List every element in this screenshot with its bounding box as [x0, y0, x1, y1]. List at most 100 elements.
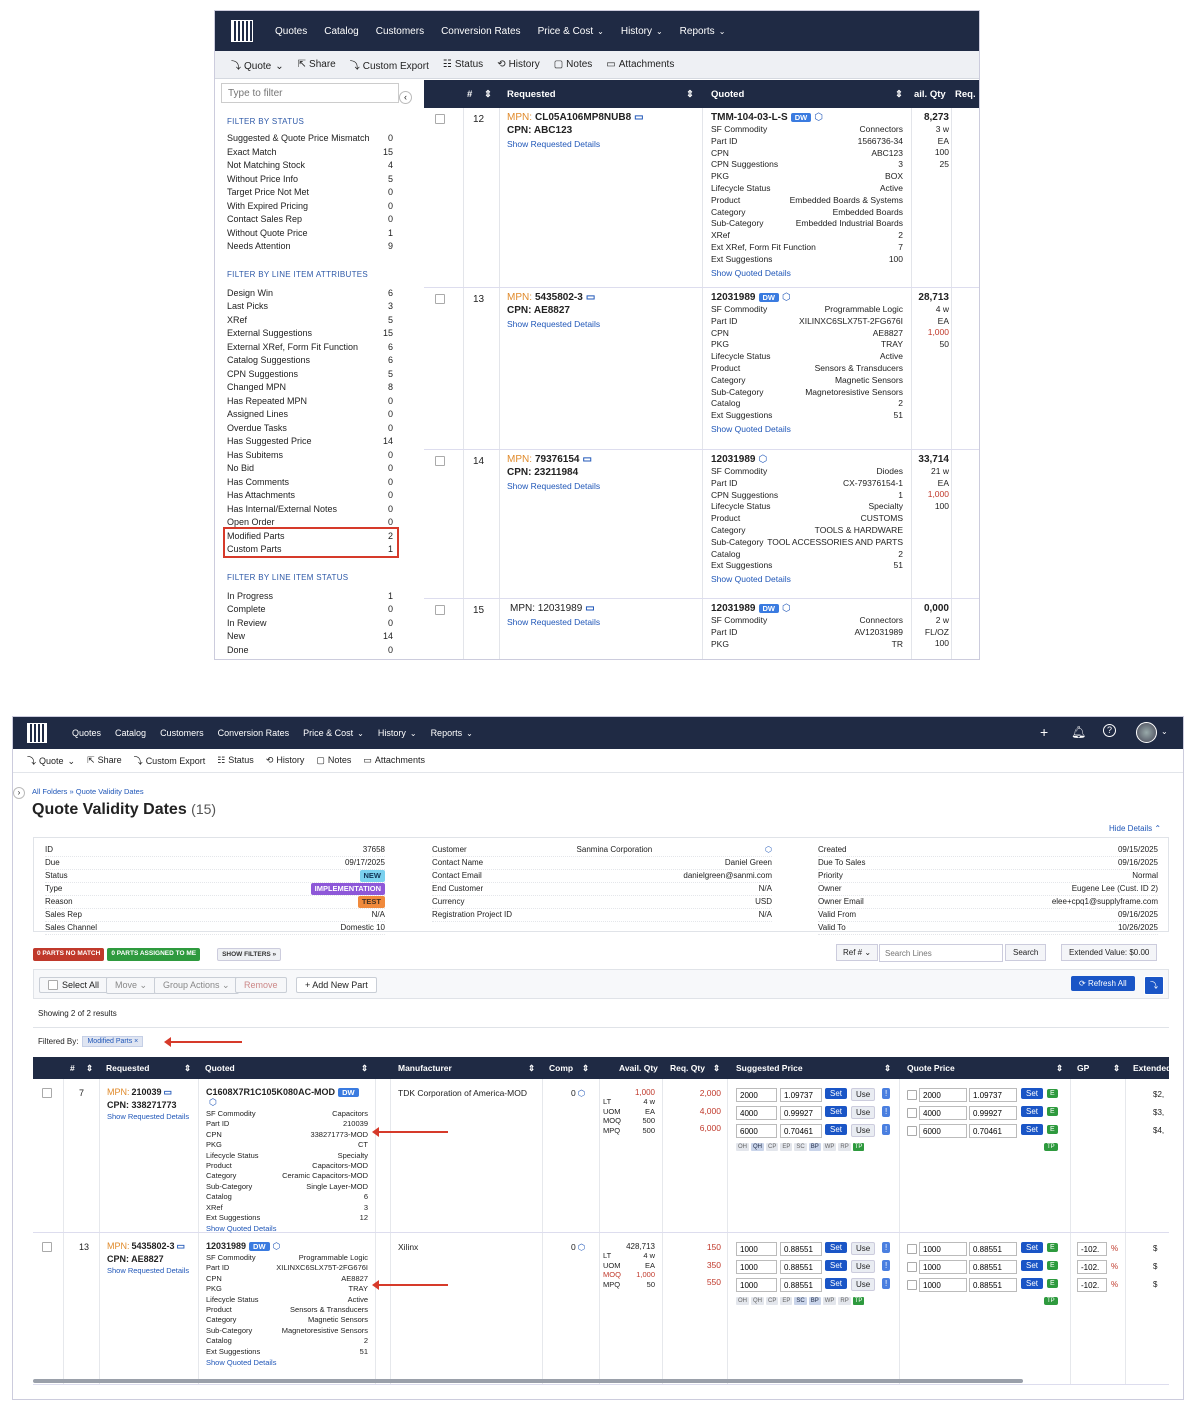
- price-tag[interactable]: OH: [736, 1143, 749, 1151]
- use-button[interactable]: Use: [851, 1088, 876, 1101]
- nav-item-2[interactable]: Customers: [160, 728, 204, 738]
- table-row[interactable]: 14 MPN: 79376154 ▭ CPN: 23211984 Show Request…: [424, 450, 979, 599]
- filter-item[interactable]: With Expired Pricing 0: [227, 200, 393, 214]
- tp-badge[interactable]: TP: [1044, 1143, 1058, 1151]
- show-requested-details[interactable]: Show Requested Details: [107, 1266, 197, 1275]
- set-button[interactable]: Set: [825, 1124, 848, 1135]
- avatar[interactable]: [1136, 722, 1157, 743]
- price-tag[interactable]: CP: [766, 1143, 779, 1151]
- suggested-price-input[interactable]: [780, 1242, 822, 1256]
- quote-price-input[interactable]: [969, 1106, 1017, 1120]
- th-avail[interactable]: ail. Qty: [914, 89, 946, 100]
- toolbar-notes[interactable]: ▢ Notes: [316, 755, 351, 766]
- toolbar-status[interactable]: ☷ Status: [217, 755, 254, 766]
- bth-gp[interactable]: GP: [1077, 1063, 1089, 1073]
- bth-manufacturer-sort-icon[interactable]: ⇕: [528, 1063, 535, 1074]
- price-tag[interactable]: TP: [852, 1297, 865, 1305]
- set-button[interactable]: Set: [1021, 1124, 1044, 1135]
- quote-price-input[interactable]: [969, 1242, 1017, 1256]
- filter-item[interactable]: In Review 0: [227, 617, 393, 631]
- show-quoted-details[interactable]: Show Quoted Details: [206, 1358, 368, 1367]
- bth-num-sort-icon[interactable]: ⇕: [86, 1063, 93, 1074]
- filter-item[interactable]: Exact Match 15: [227, 146, 393, 160]
- search-button[interactable]: Search: [1005, 944, 1047, 961]
- table-row[interactable]: 7 MPN: 210039 ▭ CPN: 338271773 Show Requested…: [33, 1079, 1169, 1233]
- show-quoted-details[interactable]: Show Quoted Details: [711, 424, 903, 434]
- filter-item[interactable]: Has Repeated MPN 0: [227, 395, 393, 409]
- filter-item[interactable]: Contact Sales Rep 0: [227, 213, 393, 227]
- suggested-price-input[interactable]: [780, 1088, 822, 1102]
- cube-icon[interactable]: ⬡: [782, 603, 791, 614]
- group-actions-button[interactable]: Group Actions ⌄: [154, 977, 239, 994]
- price-tag[interactable]: QH: [751, 1143, 764, 1151]
- set-button[interactable]: Set: [1021, 1106, 1044, 1117]
- add-new-part-button[interactable]: + Add New Part: [296, 977, 377, 993]
- suggested-qty-input[interactable]: [736, 1278, 777, 1292]
- set-button[interactable]: Set: [1021, 1242, 1044, 1253]
- filter-item[interactable]: In Progress 1: [227, 590, 393, 604]
- price-tag[interactable]: WP: [822, 1143, 837, 1151]
- price-tag[interactable]: SC: [794, 1143, 807, 1151]
- filter-item[interactable]: Assigned Lines 0: [227, 408, 393, 422]
- set-button[interactable]: Set: [825, 1242, 848, 1253]
- bth-gp-sort-icon[interactable]: ⇕: [1113, 1063, 1120, 1074]
- bth-req-sort-icon[interactable]: ⇕: [713, 1063, 720, 1074]
- show-filters-button[interactable]: SHOW FILTERS »: [217, 948, 282, 961]
- bth-quote-price[interactable]: Quote Price: [907, 1063, 955, 1073]
- cube-icon[interactable]: ⬡: [814, 112, 823, 123]
- toolbar-attachments[interactable]: ▭ Attachments: [606, 59, 674, 70]
- filter-item[interactable]: Needs Attention 9: [227, 240, 393, 254]
- cube-icon[interactable]: ⬡: [578, 1242, 585, 1252]
- row-checkbox[interactable]: [435, 114, 445, 124]
- alert-icon[interactable]: !: [882, 1242, 891, 1253]
- quote-qty-input[interactable]: [919, 1088, 967, 1102]
- set-button[interactable]: Set: [1021, 1278, 1044, 1289]
- chip-no-match[interactable]: 0 PARTS NO MATCH: [33, 948, 105, 961]
- toolbar-history[interactable]: ⟲ History: [266, 755, 305, 766]
- cube-icon[interactable]: ⬡: [578, 1088, 585, 1098]
- suggested-price-input[interactable]: [780, 1124, 822, 1138]
- nav-item-5[interactable]: History ⌄: [621, 26, 663, 37]
- quote-qty-input[interactable]: [919, 1242, 967, 1256]
- bth-quote-price-sort-icon[interactable]: ⇕: [1056, 1063, 1063, 1074]
- refresh-menu-icon[interactable]: ⤵: [1144, 976, 1164, 995]
- app-logo[interactable]: [27, 723, 47, 743]
- folder-icon[interactable]: ▭: [177, 1241, 186, 1251]
- filter-item[interactable]: Catalog Suggestions 6: [227, 354, 393, 368]
- table-row[interactable]: 13 MPN: 5435802-3 ▭ CPN: AE8827 Show Requeste…: [33, 1233, 1169, 1385]
- filter-item[interactable]: CPN Suggestions 5: [227, 368, 393, 382]
- suggested-qty-input[interactable]: [736, 1106, 777, 1120]
- filter-item[interactable]: Last Picks 3: [227, 300, 393, 314]
- filter-item[interactable]: Has Attachments 0: [227, 489, 393, 503]
- filter-item[interactable]: Changed MPN 8: [227, 381, 393, 395]
- alert-icon[interactable]: !: [882, 1260, 891, 1271]
- quote-qty-input[interactable]: [919, 1106, 967, 1120]
- filter-item[interactable]: Done 0: [227, 644, 393, 658]
- hide-details-link[interactable]: Hide Details ⌃: [1109, 824, 1161, 833]
- toolbar-share[interactable]: ⇱ Share: [87, 755, 122, 766]
- filter-item[interactable]: Without Price Info 5: [227, 173, 393, 187]
- show-requested-details[interactable]: Show Requested Details: [507, 319, 697, 329]
- select-all-checkbox[interactable]: [48, 980, 58, 990]
- set-button[interactable]: Set: [825, 1106, 848, 1117]
- filter-item[interactable]: External Suggestions 15: [227, 327, 393, 341]
- quote-price-checkbox[interactable]: [907, 1280, 917, 1290]
- price-tag[interactable]: RP: [838, 1297, 851, 1305]
- cube-icon[interactable]: ⬡: [759, 454, 768, 465]
- price-tag[interactable]: EP: [780, 1143, 793, 1151]
- remove-button[interactable]: Remove: [235, 977, 287, 993]
- folder-icon[interactable]: ▭: [164, 1087, 173, 1097]
- filter-input[interactable]: [221, 83, 399, 103]
- quote-price-checkbox[interactable]: [907, 1244, 917, 1254]
- bth-num[interactable]: #: [70, 1063, 75, 1073]
- bell-icon[interactable]: 🔔︎: [1071, 725, 1086, 739]
- cube-icon[interactable]: ⬡: [782, 292, 791, 303]
- toolbar-quote[interactable]: ⤵ Quote ⌄: [27, 754, 75, 767]
- bth-suggested[interactable]: Suggested Price: [736, 1063, 803, 1073]
- help-icon[interactable]: ?: [1103, 724, 1116, 737]
- quote-price-input[interactable]: [969, 1124, 1017, 1138]
- price-tag[interactable]: EP: [780, 1297, 793, 1305]
- table-row[interactable]: 12 MPN: CL05A106MP8NUB8 ▭ CPN: ABC123 Show Re…: [424, 108, 979, 288]
- nav-item-1[interactable]: Catalog: [324, 26, 358, 37]
- bth-requested[interactable]: Requested: [106, 1063, 149, 1073]
